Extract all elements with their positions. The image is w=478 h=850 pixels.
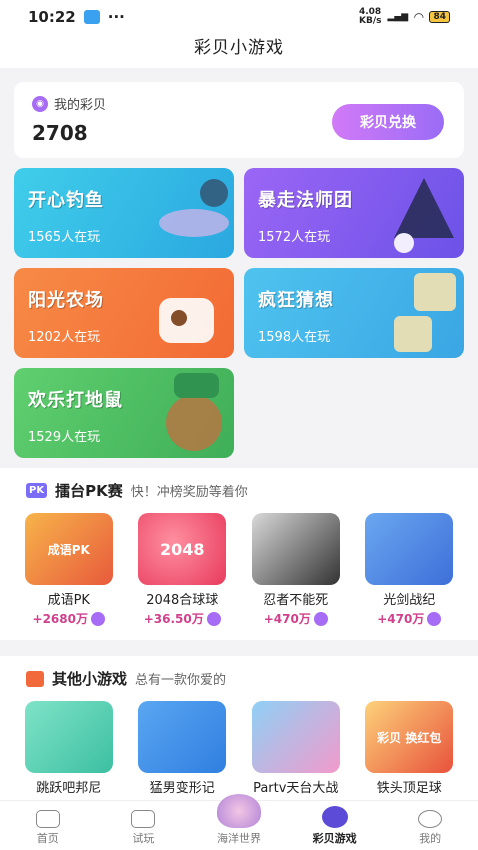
game-name: 忍者不能死 [263,593,329,608]
profile-icon [418,810,443,828]
game-reward: +470万 [359,610,459,627]
battery-icon: 84 [429,11,450,23]
game-thumbnail [251,513,340,585]
game-thumbnail [251,701,340,773]
game-reward: +470万 [246,610,346,627]
status-bar: 10:22 ··· 4.08 KB/s ▂▄▆ ◠ 84 [0,0,478,34]
balance-label: 我的彩贝 [54,98,107,113]
nav-label: 试玩 [132,832,155,845]
game-card-mage[interactable]: 暴走法师团 1572人在玩 [244,168,464,258]
network-speed: 4.08 KB/s [358,7,382,26]
game-name: 光剑战纪 [383,593,436,608]
notification-app-icon [83,10,100,24]
game-card-farm[interactable]: 阳光农场 1202人在玩 [14,268,234,358]
pk-badge-icon: PK [26,483,48,498]
other-game-tile[interactable]: 猛男变形记 [132,701,232,796]
bottom-nav: 首页 试玩 海洋世界 彩贝游戏 我的 [0,794,478,850]
pk-game-list: 成语PK 成语PK +2680万 2048 2048合球球 +36.50万 忍者… [0,513,478,627]
exchange-button[interactable]: 彩贝兑换 [332,104,444,140]
wifi-icon: ◠ [414,10,424,24]
game-name: 跳跃吧邦尼 [36,781,102,796]
shell-coin-icon [427,611,442,626]
nav-profile[interactable]: 我的 [385,810,475,846]
other-section-title: 其他小游戏 [52,670,128,688]
clock: 10:22 [28,8,76,26]
nav-ocean-world[interactable]: 海洋世界 [194,794,284,846]
home-icon [35,810,60,828]
game-thumbnail [365,513,454,585]
game-thumbnail: 彩贝 换红包 [365,701,454,773]
shell-coin-icon [90,611,105,626]
more-notifications-icon: ··· [107,8,125,26]
pk-game-tile[interactable]: 光剑战纪 +470万 [359,513,459,627]
other-game-tile[interactable]: 彩贝 换红包 铁头顶足球 [359,701,459,796]
game-thumbnail: 成语PK [24,513,113,585]
nav-label: 首页 [36,832,59,845]
shell-coin-icon [313,611,328,626]
game-thumbnail [24,701,113,773]
page-title: 彩贝小游戏 [0,34,478,68]
pk-section-header: PK 擂台PK赛 快！冲榜奖励等着你 [0,468,478,513]
other-games-section: 其他小游戏 总有一款你爱的 跳跃吧邦尼 猛男变形记 Partv天台大战 彩贝 换… [0,656,478,806]
game-icon [321,806,348,828]
game-card-whack[interactable]: 欢乐打地鼠 1529人在玩 [14,368,234,458]
number-tiles-art-icon [394,273,456,352]
nav-label: 海洋世界 [216,832,261,845]
balance-card: ◉ 我的彩贝 2708 彩贝兑换 [14,82,464,158]
other-section-header: 其他小游戏 总有一款你爱的 [0,656,478,701]
pk-section-subtitle: 快！冲榜奖励等着你 [130,485,248,500]
game-card-fishing[interactable]: 开心钓鱼 1565人在玩 [14,168,234,258]
hot-badge-icon [26,670,44,687]
nav-shell-games[interactable]: 彩贝游戏 [290,806,380,846]
cow-art-icon [159,298,214,343]
other-game-tile[interactable]: 跳跃吧邦尼 [19,701,119,796]
reward-value: +470万 [263,612,311,626]
reward-value: +470万 [377,612,425,626]
nav-label: 彩贝游戏 [312,832,357,845]
game-name: 成语PK [47,593,90,608]
pk-game-tile[interactable]: 成语PK 成语PK +2680万 [19,513,119,627]
reward-value: +2680万 [32,612,88,626]
game-name: 2048合球球 [146,593,219,608]
fish-art-icon [159,179,229,237]
pk-section: PK 擂台PK赛 快！冲榜奖励等着你 成语PK 成语PK +2680万 2048… [0,468,478,640]
nav-trial[interactable]: 试玩 [98,810,188,846]
shell-coin-icon: ◉ [32,95,48,112]
other-section-subtitle: 总有一款你爱的 [135,673,227,688]
signal-icon: ▂▄▆ [387,12,409,22]
game-card-guess[interactable]: 疯狂猜想 1598人在玩 [244,268,464,358]
game-reward: +36.50万 [132,610,232,627]
gamepad-icon [131,810,156,828]
pk-game-tile[interactable]: 2048 2048合球球 +36.50万 [132,513,232,627]
game-thumbnail: 2048 [138,513,227,585]
mole-art-icon [166,373,222,451]
other-game-list: 跳跃吧邦尼 猛男变形记 Partv天台大战 彩贝 换红包 铁头顶足球 [0,701,478,796]
shell-coin-icon [206,611,221,626]
game-reward: +2680万 [19,610,119,627]
other-game-tile[interactable]: Partv天台大战 [246,701,346,796]
pk-section-title: 擂台PK赛 [55,482,123,500]
pk-game-tile[interactable]: 忍者不能死 +470万 [246,513,346,627]
nav-label: 我的 [419,832,442,845]
nav-home[interactable]: 首页 [3,810,93,846]
shell-icon [216,794,261,828]
wizard-art-icon [394,178,454,253]
game-thumbnail [138,701,227,773]
reward-value: +36.50万 [143,612,204,626]
game-name: 铁头顶足球 [376,781,442,796]
